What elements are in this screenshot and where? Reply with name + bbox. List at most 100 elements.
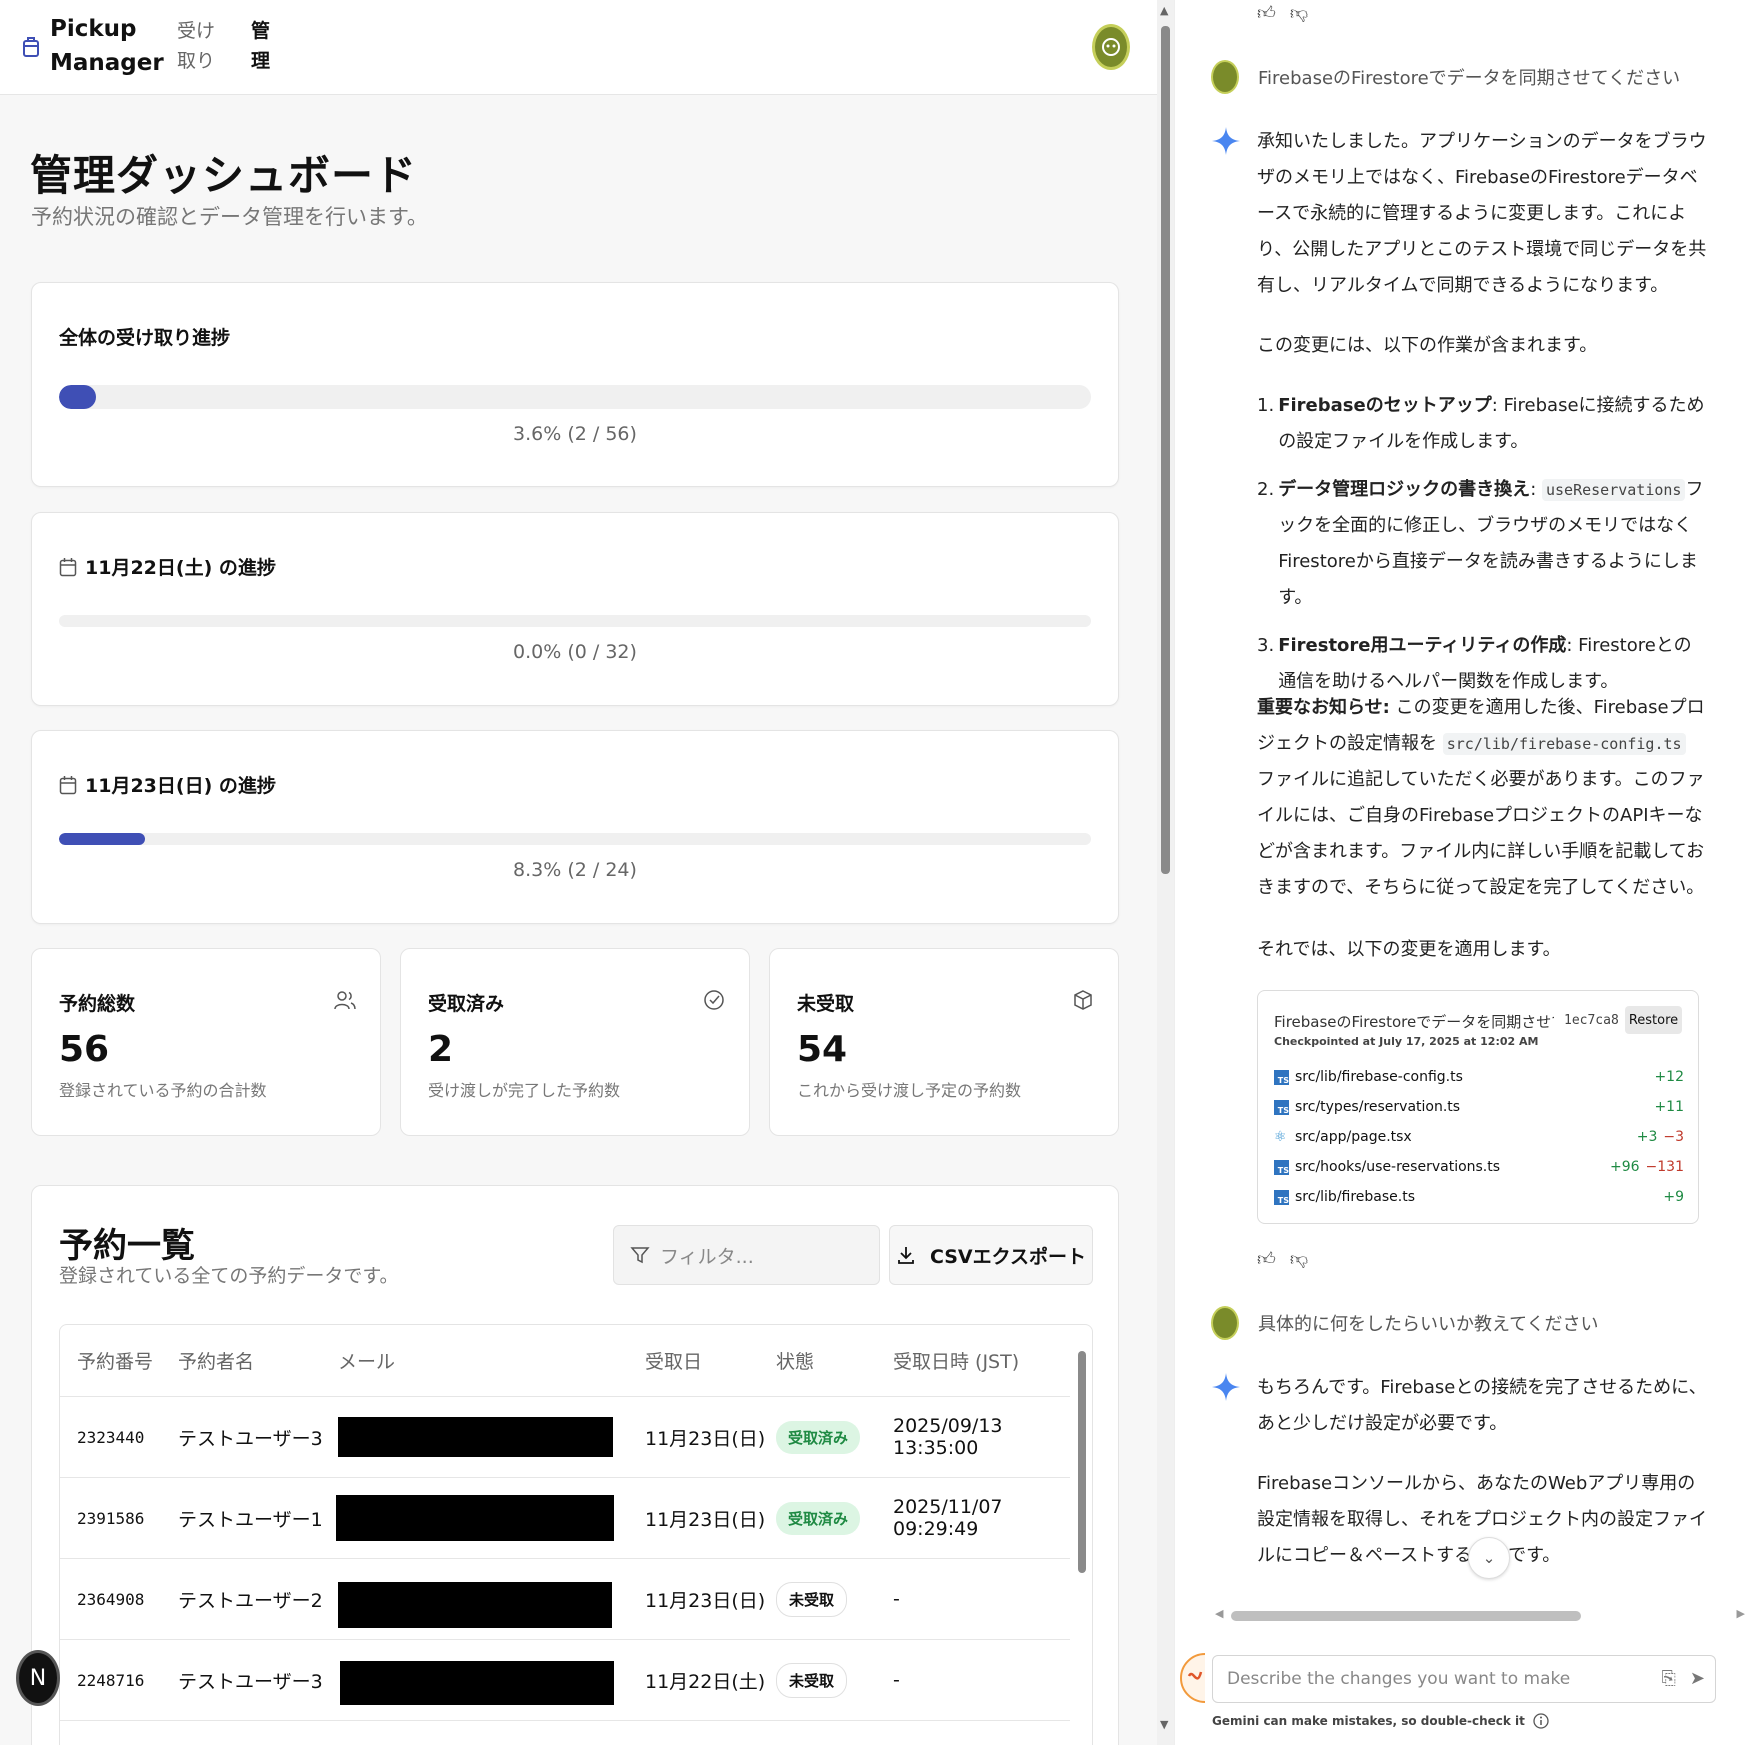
changed-file[interactable]: TS src/types/reservation.ts +11 bbox=[1274, 1095, 1684, 1119]
screen: Pickup Manager 受け 取り 管理 管理ダッシュボード 予約状況の確認… bbox=[0, 0, 1745, 1745]
avatar-icon bbox=[1102, 38, 1120, 56]
filter-icon bbox=[630, 1247, 650, 1264]
redacted-email bbox=[338, 1417, 613, 1457]
redacted-email bbox=[338, 1582, 612, 1628]
users-icon bbox=[334, 991, 356, 1010]
header-time[interactable]: 受取日時 (JST) bbox=[893, 1325, 1019, 1396]
attach-icon[interactable]: ⎘ bbox=[1662, 1668, 1676, 1689]
stat-value: 56 bbox=[59, 1029, 110, 1070]
inline-code: src/lib/firebase-config.ts bbox=[1442, 733, 1686, 755]
status-badge: 未受取 bbox=[776, 1581, 848, 1617]
brand[interactable]: Pickup Manager bbox=[22, 12, 164, 80]
check-circle-icon bbox=[704, 990, 724, 1010]
user-message-text: FirebaseのFirestoreでデータを同期させてください bbox=[1258, 68, 1681, 89]
thumbs-up-icon[interactable]: 👍︎ bbox=[1257, 1248, 1276, 1270]
chat-horizontal-scrollbar[interactable]: ◀ ▶ bbox=[1215, 1607, 1745, 1623]
app-scroll-thumb[interactable] bbox=[1161, 26, 1170, 874]
user-avatar[interactable] bbox=[1092, 24, 1130, 70]
lines-added: +96 bbox=[1610, 1159, 1640, 1175]
reservation-list-card: 予約一覧 登録されている全ての予約データです。 フィルタ... CSVエクスポー… bbox=[31, 1185, 1119, 1745]
status-badge: 受取済み bbox=[776, 1501, 861, 1535]
changed-file[interactable]: TS src/hooks/use-reservations.ts +96 −13… bbox=[1274, 1155, 1684, 1179]
changed-file[interactable]: TS src/lib/firebase-config.ts +12 bbox=[1274, 1065, 1684, 1089]
lines-removed: −3 bbox=[1663, 1129, 1684, 1145]
next-dev-badge[interactable]: N bbox=[16, 1650, 60, 1706]
cell-id: 2391586 bbox=[77, 1508, 145, 1528]
important-notice: 重要なお知らせ: この変更を適用した後、Firebaseプロジェクトの設定情報を… bbox=[1257, 697, 1705, 898]
restore-button[interactable]: Restore bbox=[1625, 1006, 1682, 1034]
step-item: 2. データ管理ロジックの書き換え: useReservations フックを全面的… bbox=[1257, 479, 1704, 608]
checkpoint-title: FirebaseのFirestoreでデータを同期させてくだ bbox=[1274, 1013, 1554, 1031]
scroll-up-icon[interactable]: ▲ bbox=[1160, 4, 1168, 17]
cell-id: 2323440 bbox=[77, 1427, 145, 1447]
cell-time: - bbox=[893, 1669, 900, 1691]
assistant-reply: 承知いたしました。アプリケーションのデータをブラウザのメモリ上ではなく、Fire… bbox=[1257, 131, 1707, 296]
header-status[interactable]: 状態 bbox=[776, 1325, 814, 1396]
reservation-table: 予約番号 予約者名 メール 受取日 状態 受取日時 (JST) 2323440 … bbox=[59, 1324, 1093, 1745]
assistant-reply: それでは、以下の変更を適用します。 bbox=[1257, 939, 1561, 960]
progress-percent: 8.3% (2 / 24) bbox=[513, 859, 637, 881]
header-id[interactable]: 予約番号 bbox=[77, 1325, 153, 1396]
stat-card-total: 予約総数 56 登録されている予約の合計数 bbox=[31, 948, 381, 1136]
header-date[interactable]: 受取日 bbox=[645, 1325, 702, 1396]
table-header-row: 予約番号 予約者名 メール 受取日 状態 受取日時 (JST) bbox=[60, 1325, 1070, 1397]
progress-title-row: 11月23日(日) の進捗 bbox=[59, 771, 276, 798]
info-icon[interactable] bbox=[1533, 1713, 1549, 1729]
send-icon[interactable]: ➤ bbox=[1690, 1668, 1705, 1689]
scroll-to-bottom-button[interactable]: ⌄ bbox=[1468, 1537, 1510, 1579]
user-message: 具体的に何をしたらいいか教えてください bbox=[1211, 1306, 1599, 1340]
cell-date: 11月22日(土) bbox=[645, 1670, 766, 1693]
thumbs-down-icon[interactable]: 👎︎ bbox=[1290, 2, 1308, 24]
redacted-email bbox=[340, 1661, 614, 1705]
scroll-left-icon[interactable]: ◀ bbox=[1215, 1607, 1223, 1620]
calendar-icon bbox=[59, 557, 77, 576]
page-subtitle: 予約状況の確認とデータ管理を行います。 bbox=[31, 205, 428, 229]
nav-pickup[interactable]: 受け 取り bbox=[177, 16, 217, 76]
inline-code: useReservations bbox=[1541, 479, 1686, 501]
user-avatar bbox=[1211, 1306, 1239, 1340]
app-scrollbar[interactable]: ▲ ▼ bbox=[1157, 0, 1174, 1745]
chat-scroll-thumb[interactable] bbox=[1231, 1611, 1581, 1621]
lines-added: +12 bbox=[1654, 1069, 1684, 1085]
cell-name: テストユーザー2 bbox=[178, 1589, 323, 1612]
step-item: 1. Firebaseのセットアップ: Firebaseに接続するための設定ファイ… bbox=[1257, 395, 1705, 452]
cell-id: 2364908 bbox=[77, 1589, 145, 1609]
table-row[interactable]: 2364908 テストユーザー2 11月23日(日) 未受取 - bbox=[60, 1559, 1070, 1640]
scroll-down-icon[interactable]: ▼ bbox=[1160, 1718, 1168, 1731]
user-message: FirebaseのFirestoreでデータを同期させてください bbox=[1211, 60, 1680, 94]
scroll-right-icon[interactable]: ▶ bbox=[1737, 1607, 1745, 1620]
prompt-placeholder: Describe the changes you want to make bbox=[1227, 1669, 1571, 1689]
cell-date: 11月23日(日) bbox=[645, 1508, 766, 1531]
cell-date: 11月23日(日) bbox=[645, 1589, 766, 1612]
table-row[interactable]: 2391586 テストユーザー1 11月23日(日) 受取済み 2025/11/… bbox=[60, 1478, 1070, 1559]
assistant-reply: もちろんです。Firebaseとの接続を完了させるために、あと少しだけ設定が必要… bbox=[1257, 1377, 1707, 1434]
header-email[interactable]: メール bbox=[338, 1325, 395, 1396]
typescript-icon: TS bbox=[1274, 1189, 1289, 1205]
thumbs-down-icon[interactable]: 👎︎ bbox=[1290, 1248, 1308, 1270]
lines-removed: −131 bbox=[1645, 1159, 1684, 1175]
react-icon: ⚛ bbox=[1274, 1128, 1287, 1145]
table-row[interactable]: 2248716 テストユーザー3 11月22日(土) 未受取 - bbox=[60, 1640, 1070, 1721]
progress-card-nov22: 11月22日(土) の進捗 0.0% (0 / 32) bbox=[31, 512, 1119, 706]
progress-percent: 3.6% (2 / 56) bbox=[513, 423, 637, 445]
header-name[interactable]: 予約者名 bbox=[178, 1325, 254, 1396]
prompt-input[interactable]: Describe the changes you want to make ⎘ … bbox=[1212, 1655, 1716, 1703]
progress-fill bbox=[59, 385, 97, 409]
list-title: 予約一覧 bbox=[59, 1226, 195, 1266]
stat-label: 受取済み bbox=[428, 993, 505, 1015]
csv-export-button[interactable]: CSVエクスポート bbox=[889, 1225, 1093, 1285]
cell-time: - bbox=[893, 1588, 900, 1610]
table-scrollbar[interactable] bbox=[1078, 1351, 1086, 1573]
file-path: src/hooks/use-reservations.ts bbox=[1295, 1159, 1501, 1175]
status-badge: 受取済み bbox=[776, 1420, 861, 1454]
checkpoint-time: Checkpointed at July 17, 2025 at 12:02 A… bbox=[1274, 1035, 1539, 1048]
nav-admin[interactable]: 管理 bbox=[251, 16, 291, 76]
filter-input[interactable]: フィルタ... bbox=[613, 1225, 880, 1285]
typescript-icon: TS bbox=[1274, 1069, 1289, 1085]
stat-card-pending: 未受取 54 これから受け渡し予定の予約数 bbox=[769, 948, 1119, 1136]
disclaimer: Gemini can make mistakes, so double-chec… bbox=[1212, 1713, 1549, 1729]
table-row[interactable]: 2323440 テストユーザー3 11月23日(日) 受取済み 2025/09/… bbox=[60, 1397, 1070, 1478]
thumbs-up-icon[interactable]: 👍︎ bbox=[1257, 2, 1276, 24]
changed-file[interactable]: TS src/lib/firebase.ts +9 bbox=[1274, 1185, 1684, 1209]
changed-file[interactable]: ⚛ src/app/page.tsx +3 −3 bbox=[1274, 1125, 1684, 1149]
